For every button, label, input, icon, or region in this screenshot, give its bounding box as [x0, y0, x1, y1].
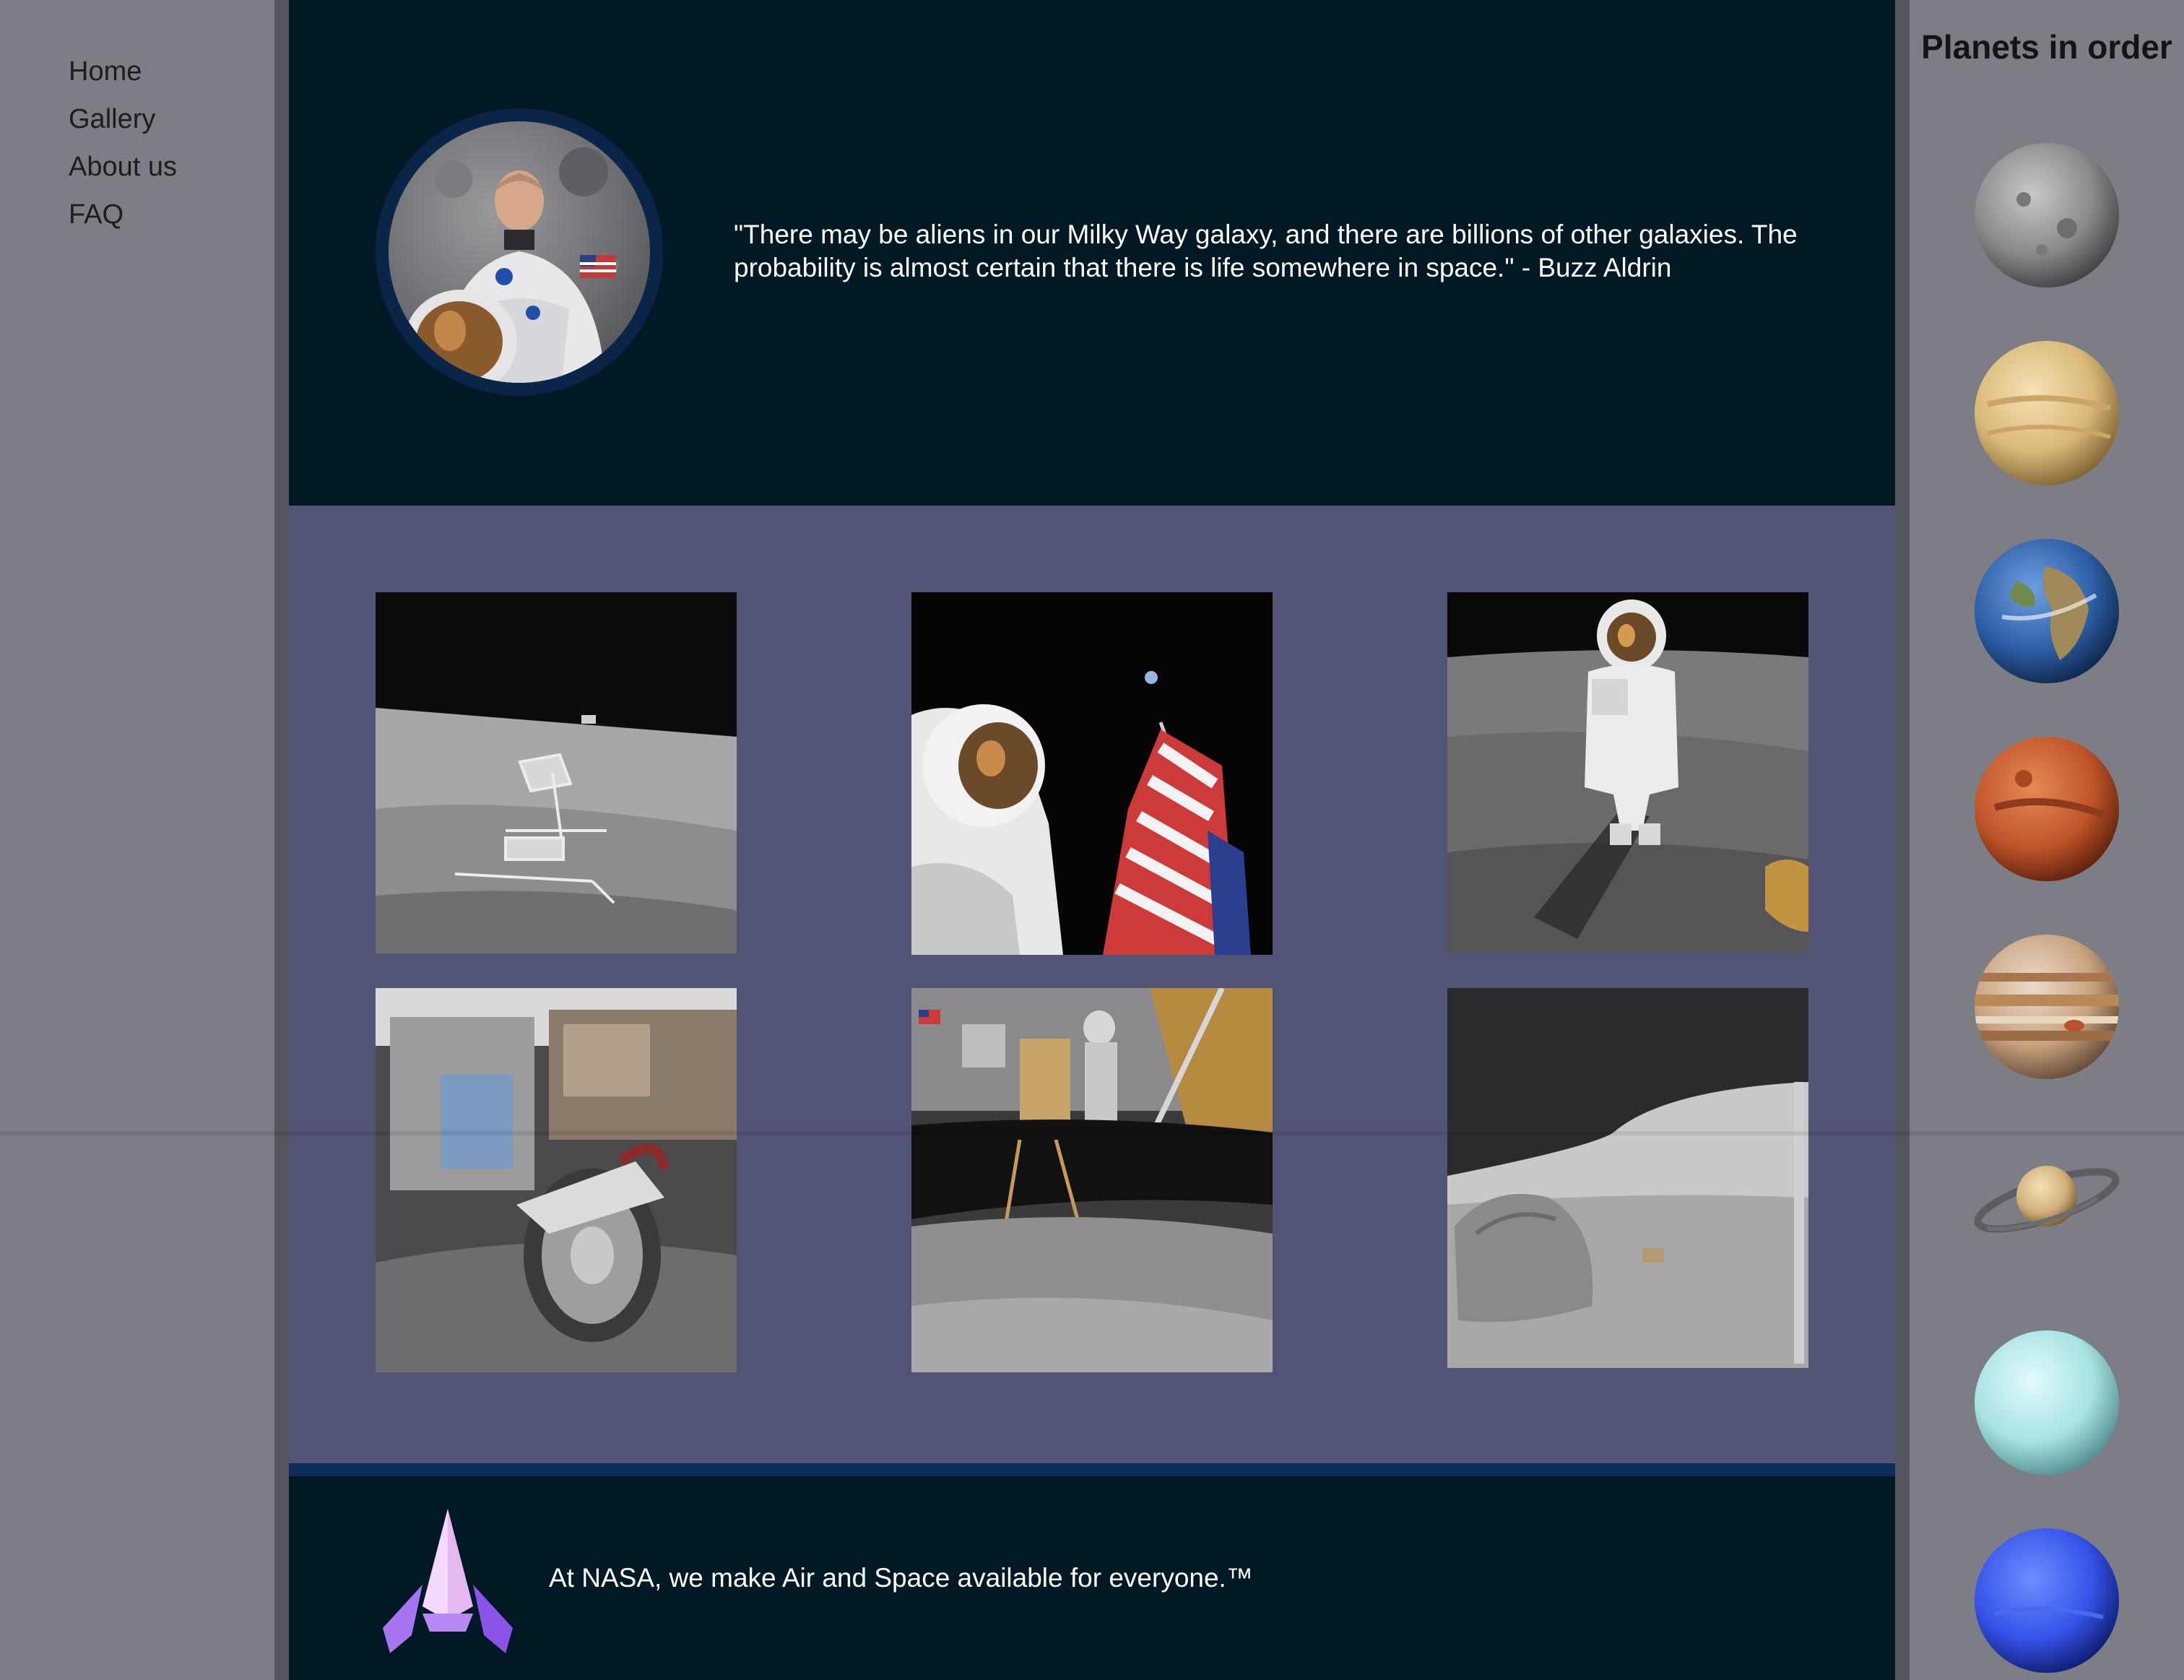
hero-section: "There may be aliens in our Milky Way ga…	[289, 0, 1895, 506]
neptune-icon	[1973, 1527, 2120, 1674]
footer: At NASA, we make Air and Space available…	[289, 1476, 1895, 1680]
jupiter-icon	[1973, 933, 2120, 1081]
uranus-icon	[1973, 1329, 2120, 1476]
avatar-ring	[376, 108, 663, 396]
planets-sidebar: Planets in order	[1910, 0, 2184, 1680]
gallery-image-moon-boulder[interactable]	[1447, 988, 1808, 1368]
saturn-icon	[1973, 1131, 2120, 1278]
page: Home Gallery About us FAQ "There may be …	[0, 0, 2184, 1680]
gallery-image-astronaut-with-flag[interactable]	[911, 592, 1273, 955]
nav-item-home[interactable]: Home	[69, 48, 177, 95]
screenshot-fold	[0, 1131, 2184, 1135]
gallery-image-lunar-rover[interactable]	[376, 988, 737, 1372]
left-divider	[274, 0, 289, 1680]
earth-icon	[1973, 537, 2120, 685]
gallery-image-astronaut-equipment[interactable]	[911, 988, 1273, 1372]
nav-item-gallery[interactable]: Gallery	[69, 95, 177, 143]
gallery-section	[289, 506, 1895, 1463]
hero-quote: "There may be aliens in our Milky Way ga…	[734, 220, 1798, 282]
footer-tagline: At NASA, we make Air and Space available…	[549, 1563, 1253, 1593]
planets-title: Planets in order	[1921, 28, 2172, 66]
footer-divider	[289, 1463, 1895, 1476]
left-sidebar: Home Gallery About us FAQ	[0, 0, 274, 1680]
nav-item-about-us[interactable]: About us	[69, 143, 177, 191]
nav-item-faq[interactable]: FAQ	[69, 191, 177, 238]
astronaut-portrait	[389, 121, 650, 383]
venus-icon	[1973, 339, 2120, 487]
right-divider	[1895, 0, 1910, 1680]
main-nav: Home Gallery About us FAQ	[69, 48, 177, 238]
mars-icon	[1973, 735, 2120, 883]
mercury-icon	[1973, 142, 2120, 289]
gallery-image-astronaut-on-moon[interactable]	[1447, 592, 1808, 953]
rocket-icon	[379, 1505, 516, 1657]
gallery-image-lunar-lander[interactable]	[376, 592, 737, 953]
main-content: "There may be aliens in our Milky Way ga…	[289, 0, 1895, 1680]
